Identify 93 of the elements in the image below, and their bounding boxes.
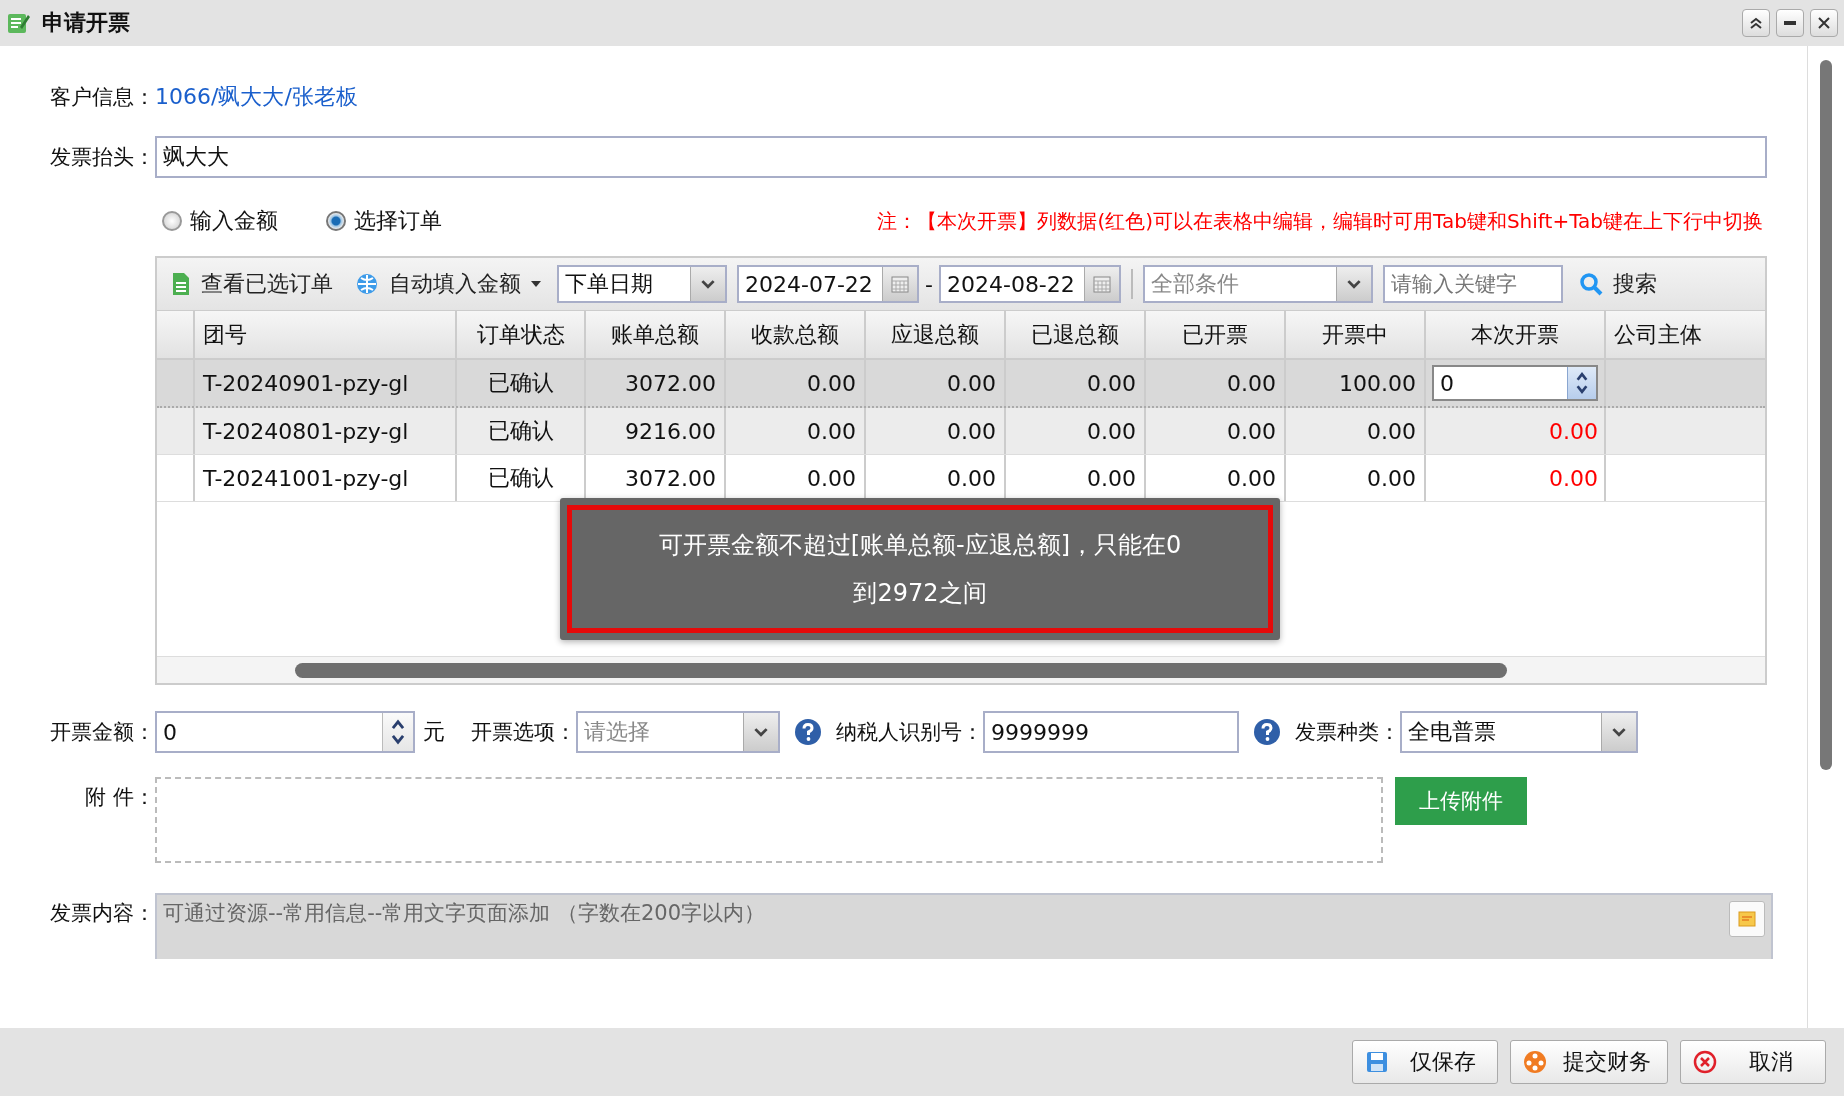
field-label: 客户信息： bbox=[49, 84, 155, 111]
table-cell: 已确认 bbox=[457, 408, 586, 454]
taxpayer-id-field[interactable]: 9999999 bbox=[983, 711, 1239, 753]
cancel-icon bbox=[1693, 1050, 1717, 1074]
table-row[interactable]: T-20240801-pzy-gl 已确认 9216.00 0.00 0.00 0.00 0.00 0.00 0.00 bbox=[157, 408, 1765, 455]
save-button[interactable]: 仅保存 bbox=[1352, 1040, 1498, 1084]
table-cell: 0.00 bbox=[1146, 360, 1286, 406]
close-icon bbox=[1816, 15, 1832, 31]
invoice-title-field[interactable]: 飒大大 bbox=[155, 136, 1767, 178]
date-separator: - bbox=[925, 271, 933, 297]
cancel-button[interactable]: 取消 bbox=[1680, 1040, 1826, 1084]
caret-icon bbox=[531, 281, 541, 287]
view-selected-button[interactable]: 查看已选订单 bbox=[165, 265, 339, 303]
table-row[interactable]: T-20240901-pzy-gl 已确认 3072.00 0.00 0.00 0.00 0.00 100.00 0 bbox=[157, 360, 1765, 408]
note-text: 注：【本次开票】列数据(红色)可以在表格中编辑，编辑时可用Tab键和Shift+Tab键在上下行中切换 bbox=[877, 207, 1763, 235]
customer-link[interactable]: 1066/飒大大/张老板 bbox=[155, 82, 358, 112]
help-icon[interactable] bbox=[1253, 718, 1281, 746]
field-label: 附 件： bbox=[84, 784, 155, 811]
spinner-arrows-icon bbox=[1575, 371, 1589, 395]
column-header[interactable]: 账单总额 bbox=[586, 311, 726, 358]
horizontal-scrollbar[interactable] bbox=[295, 662, 1507, 678]
field-label: 开票金额： bbox=[49, 719, 155, 746]
table-cell: 0.00 bbox=[1006, 408, 1146, 454]
toast-text: 可开票金额不超过[账单总额-应退总额]，只能在0到2972之间 bbox=[657, 530, 1183, 609]
table-cell: 0.00 bbox=[1146, 408, 1286, 454]
unit-label: 元 bbox=[423, 718, 445, 746]
table-cell: 9216.00 bbox=[586, 408, 726, 454]
chevron-down-icon bbox=[1612, 727, 1626, 737]
column-header[interactable]: 已退总额 bbox=[1006, 311, 1146, 358]
table-cell: 0.00 bbox=[1006, 360, 1146, 406]
minimize-icon bbox=[1784, 21, 1796, 25]
table-cell: 100.00 bbox=[1286, 360, 1426, 406]
column-header[interactable]: 订单状态 bbox=[457, 311, 586, 358]
table-cell: 3072.00 bbox=[586, 360, 726, 406]
chevron-down-icon bbox=[754, 727, 768, 737]
auto-fill-button[interactable]: 自动填入金额 bbox=[349, 265, 547, 303]
field-label: 发票抬头： bbox=[49, 144, 155, 171]
table-cell: 0.00 bbox=[726, 408, 866, 454]
radio-button[interactable] bbox=[326, 211, 346, 231]
column-header[interactable]: 开票中 bbox=[1286, 311, 1426, 358]
document-icon bbox=[171, 272, 191, 296]
column-header[interactable]: 公司主体 bbox=[1606, 311, 1763, 358]
table-cell: 已确认 bbox=[457, 360, 586, 406]
globe-icon bbox=[355, 272, 379, 296]
keyword-field[interactable]: 请输入关键字 bbox=[1382, 265, 1563, 303]
window-title: 申请开票 bbox=[42, 9, 130, 37]
minimize-button[interactable] bbox=[1776, 9, 1804, 37]
field-label: 开票选项： bbox=[471, 719, 576, 746]
help-icon[interactable] bbox=[794, 718, 822, 746]
field-label: 发票内容： bbox=[49, 900, 155, 927]
table-cell: 0.00 bbox=[866, 408, 1006, 454]
search-icon bbox=[1578, 272, 1603, 296]
document-edit-icon bbox=[6, 11, 30, 35]
date-type-select[interactable]: 下单日期 bbox=[557, 265, 727, 303]
table-cell: 0.00 bbox=[866, 360, 1006, 406]
column-header[interactable]: 已开票 bbox=[1146, 311, 1286, 358]
spinner-arrows-icon bbox=[390, 718, 406, 746]
column-header[interactable]: 本次开票 bbox=[1426, 311, 1606, 358]
double-chevron-up-icon bbox=[1748, 15, 1764, 31]
search-button[interactable]: 搜索 bbox=[1572, 265, 1663, 303]
close-button[interactable] bbox=[1810, 9, 1838, 37]
radio-button[interactable] bbox=[162, 211, 182, 231]
condition-select[interactable]: 全部条件 bbox=[1142, 265, 1373, 303]
field-label: 发票种类： bbox=[1295, 719, 1400, 746]
radio-label[interactable]: 选择订单 bbox=[354, 206, 442, 236]
vertical-scrollbar[interactable] bbox=[1820, 60, 1832, 770]
editable-amount[interactable]: 0.00 bbox=[1549, 465, 1598, 491]
collapse-button[interactable] bbox=[1742, 9, 1770, 37]
start-date-field[interactable]: 2024-07-22 bbox=[737, 265, 919, 303]
table-cell: 0.00 bbox=[1286, 408, 1426, 454]
film-reel-icon bbox=[1523, 1050, 1547, 1074]
column-header[interactable]: 应退总额 bbox=[866, 311, 1006, 358]
table-cell: 0.00 bbox=[1286, 455, 1426, 501]
option-select[interactable]: 请选择 bbox=[576, 711, 780, 753]
note-icon bbox=[1737, 909, 1757, 929]
table-cell: T-20240801-pzy-gl bbox=[195, 408, 457, 454]
column-header[interactable]: 收款总额 bbox=[726, 311, 866, 358]
calendar-icon bbox=[1092, 275, 1111, 293]
amount-spinner[interactable]: 0 bbox=[1432, 365, 1598, 401]
chevron-down-icon bbox=[701, 279, 715, 289]
table-cell: 0.00 bbox=[726, 360, 866, 406]
table-cell: T-20241001-pzy-gl bbox=[195, 455, 457, 501]
invoice-type-select[interactable]: 全电普票 bbox=[1400, 711, 1638, 753]
radio-label[interactable]: 输入金额 bbox=[190, 206, 278, 236]
calendar-icon bbox=[891, 275, 909, 293]
amount-field[interactable]: 0 bbox=[155, 711, 415, 753]
end-date-field[interactable]: 2024-08-22 bbox=[938, 265, 1121, 303]
table-cell: T-20240901-pzy-gl bbox=[195, 360, 457, 406]
invoice-content-field[interactable]: 可通过资源--常用信息--常用文字页面添加 （字数在200字以内） bbox=[155, 893, 1773, 959]
column-header[interactable]: 团号 bbox=[195, 311, 457, 358]
submit-button[interactable]: 提交财务 bbox=[1510, 1040, 1668, 1084]
field-label: 纳税人识别号： bbox=[836, 719, 983, 746]
chevron-down-icon bbox=[1346, 279, 1361, 289]
